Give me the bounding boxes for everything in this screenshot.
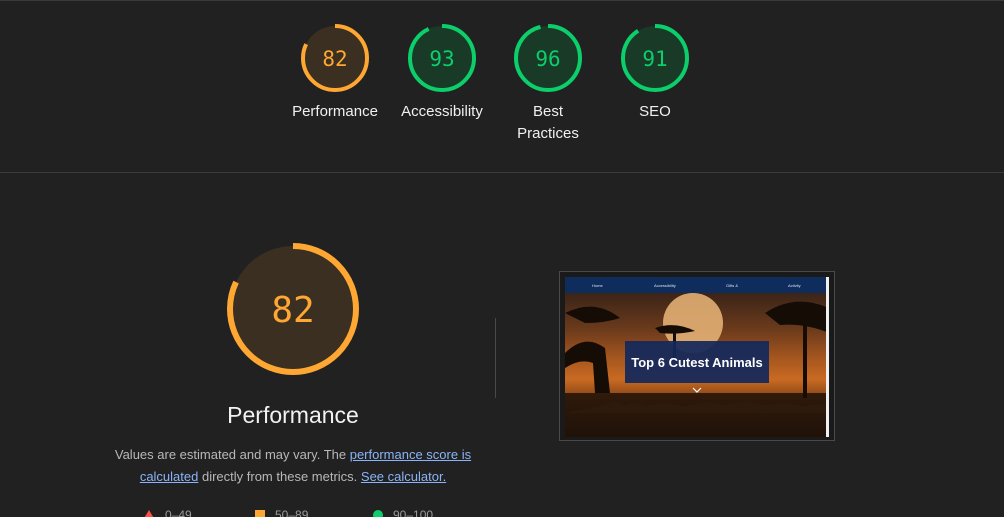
gauge-ring: 82	[301, 24, 369, 92]
section-divider	[0, 172, 1004, 173]
legend-label: 50–89	[275, 508, 309, 517]
gauge-value: 93	[429, 47, 454, 71]
triangle-icon	[144, 510, 154, 517]
gauge-ring: 93	[408, 24, 476, 92]
gauge-label-line1: Best	[532, 103, 563, 120]
circle-icon	[373, 510, 383, 517]
gauge-ring: 91	[621, 24, 689, 92]
screenshot-nav-item: Accessibility	[654, 283, 676, 288]
gauge-value: 96	[535, 47, 560, 71]
gauge-value: 82	[322, 47, 347, 71]
score-legend: 0–49 50–89 90–100	[0, 508, 600, 517]
performance-main-gauge: 82	[222, 238, 364, 380]
performance-description: Values are estimated and may vary. The p…	[103, 444, 483, 488]
screenshot-hero-image: Top 6 Cutest Animals	[565, 293, 829, 437]
see-calculator-link[interactable]: See calculator.	[361, 469, 446, 484]
legend-pass: 90–100	[373, 508, 433, 517]
gauge-ring: 96	[514, 24, 582, 92]
square-icon	[255, 510, 265, 517]
gauge-value: 91	[642, 47, 667, 71]
gauge-best-practices[interactable]: 96 Best Practices	[493, 22, 603, 145]
desc-text-2: directly from these metrics.	[198, 469, 361, 484]
legend-label: 0–49	[165, 508, 192, 517]
main-gauge-value: 82	[271, 290, 314, 331]
gauge-label: Best Practices	[517, 101, 579, 145]
gauge-accessibility[interactable]: 93 Accessibility	[387, 22, 497, 123]
legend-average: 50–89	[255, 508, 308, 517]
gauge-label: SEO	[639, 103, 671, 120]
gauge-label-line2: Practices	[517, 125, 579, 142]
score-summary: 82 Performance 93 Accessibility 96 Best …	[0, 0, 1004, 172]
desc-text-1: Values are estimated and may vary. The	[114, 447, 350, 462]
final-screenshot[interactable]: Home Accessibility Gifts & Activity Top …	[559, 271, 835, 441]
screenshot-nav-item: Activity	[788, 283, 801, 288]
lighthouse-report: 82 Performance 93 Accessibility 96 Best …	[0, 0, 1004, 517]
performance-heading: Performance	[227, 402, 359, 428]
legend-fail: 0–49	[143, 508, 192, 517]
gauge-performance[interactable]: 82 Performance	[280, 22, 390, 123]
gauge-seo[interactable]: 91 SEO	[600, 22, 710, 123]
screenshot-nav-item: Gifts &	[726, 283, 739, 288]
gauge-label: Accessibility	[401, 103, 483, 120]
legend-label: 90–100	[393, 508, 434, 517]
screenshot-title: Top 6 Cutest Animals	[625, 341, 769, 383]
screenshot-scrollbar	[826, 277, 829, 437]
gauge-label: Performance	[292, 103, 378, 120]
screenshot-nav: Home Accessibility Gifts & Activity	[565, 277, 829, 293]
page-screenshot: Home Accessibility Gifts & Activity Top …	[565, 277, 829, 437]
screenshot-nav-item: Home	[592, 283, 603, 288]
chevron-down-icon	[692, 387, 702, 393]
vertical-separator	[495, 318, 496, 398]
main-gauge-ring: 82	[227, 243, 359, 375]
